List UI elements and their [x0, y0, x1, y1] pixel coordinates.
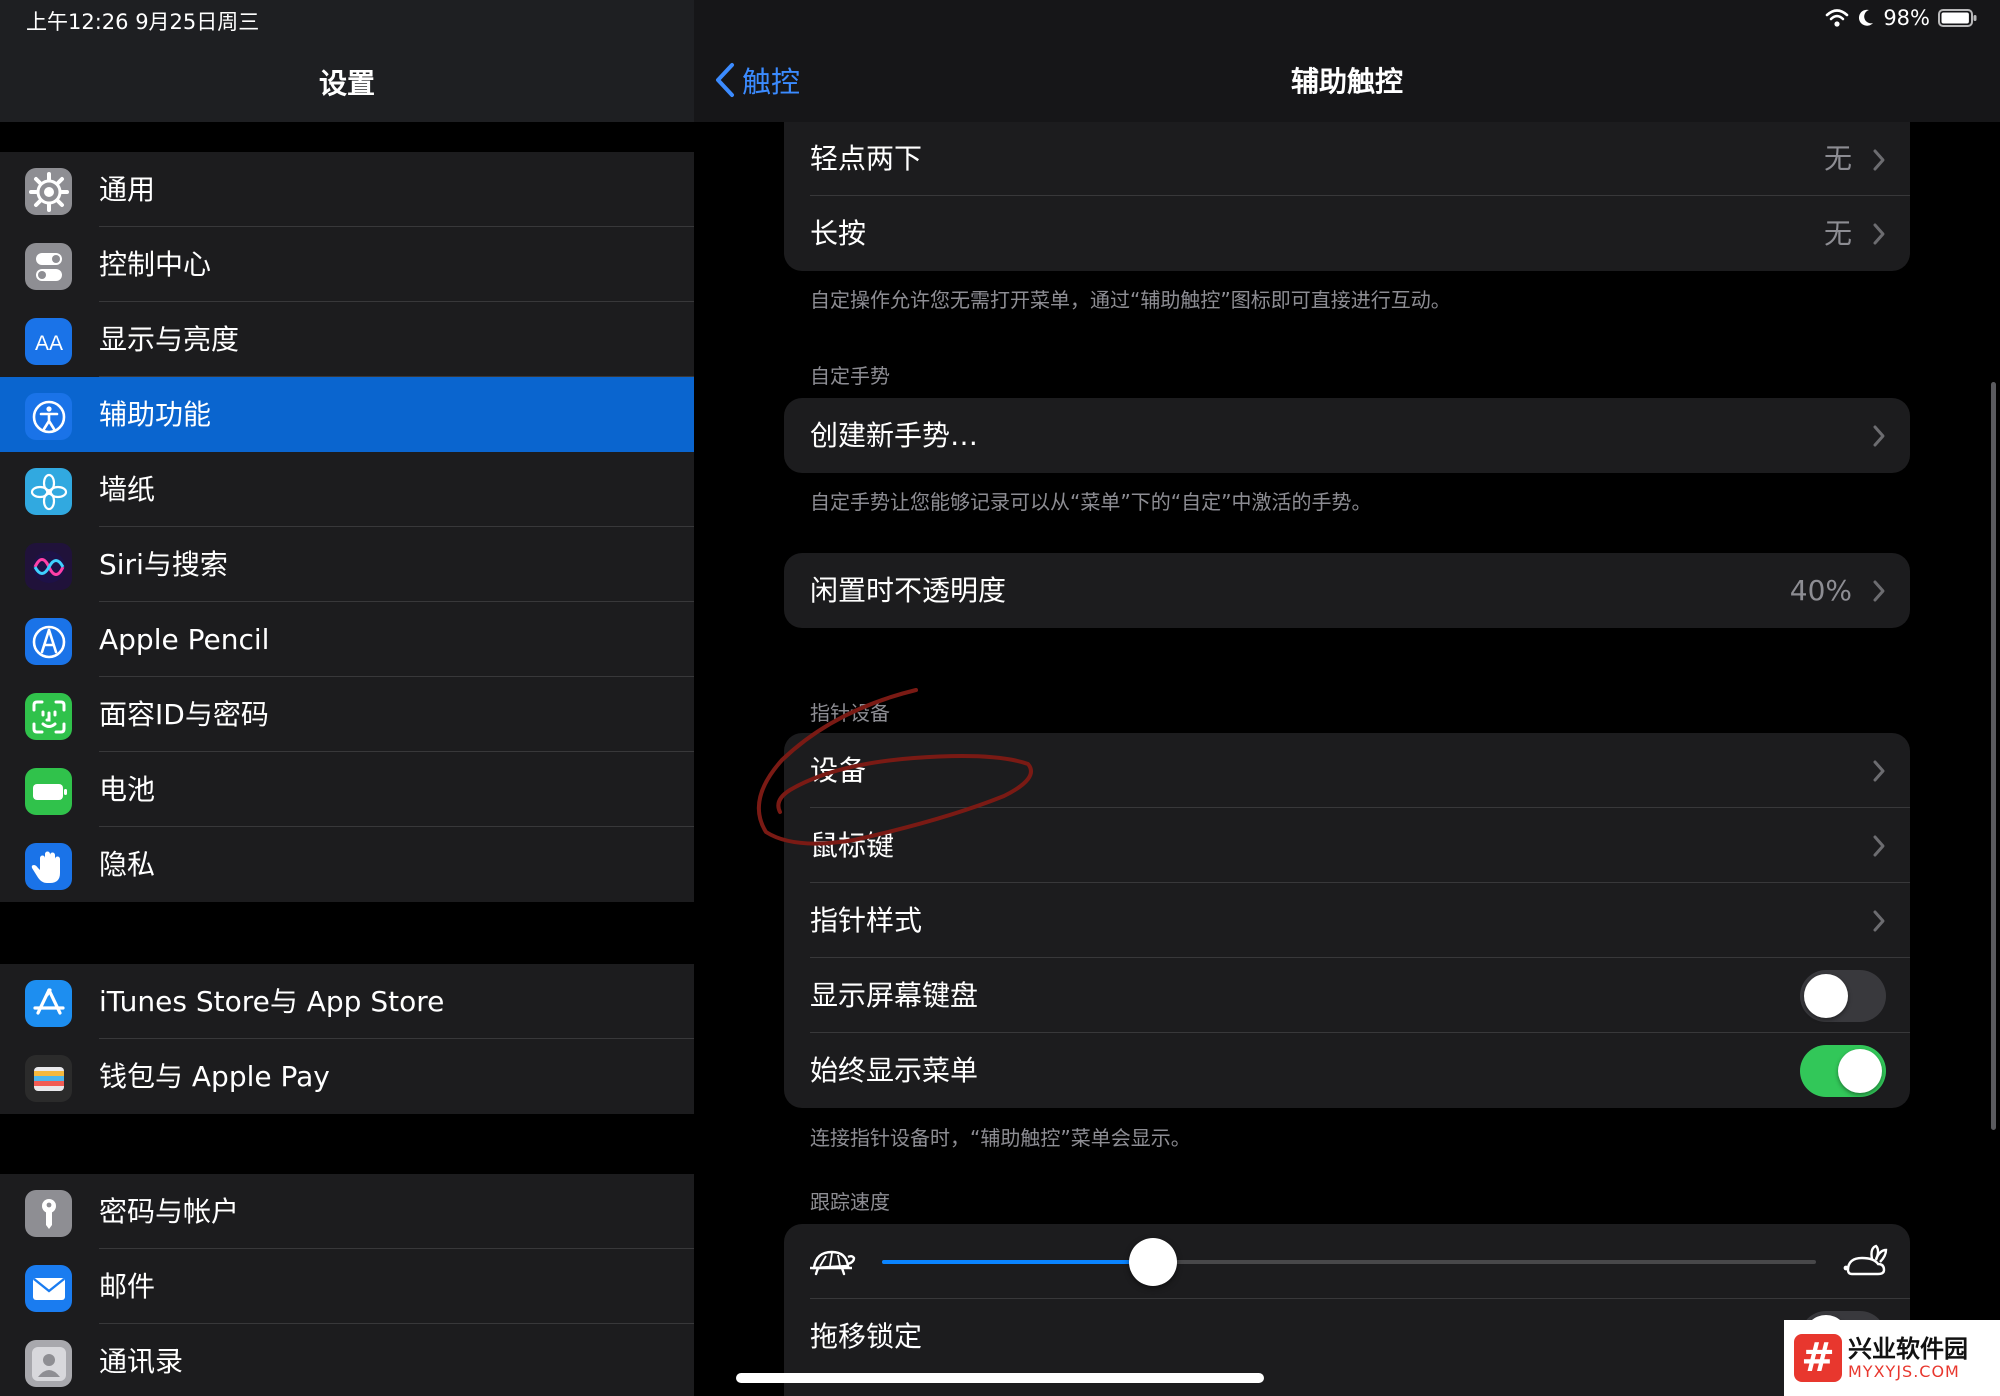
- sidebar-title: 设置: [318, 67, 375, 100]
- settings-sidebar: 上午12:26 9月25日周三 设置 通用控制中心 AA 显示与亮度辅助功能墙纸 Si…: [0, 0, 694, 1396]
- sidebar-item-siri[interactable]: Siri与搜索: [0, 527, 694, 602]
- contacts-icon: [25, 1340, 72, 1387]
- sidebar-item-accessibility[interactable]: 辅助功能: [0, 377, 694, 452]
- text-size-icon: AA: [25, 318, 72, 365]
- sidebar-item-label: 密码与帐户: [99, 1195, 240, 1228]
- sidebar-item-pencil[interactable]: Apple Pencil: [0, 602, 694, 677]
- flower-icon: [25, 468, 72, 515]
- sidebar-item-label: 显示与亮度: [99, 323, 240, 356]
- mail-icon: [25, 1265, 72, 1312]
- sidebar-item-key[interactable]: 密码与帐户: [0, 1174, 694, 1249]
- sidebar-item-label: 辅助功能: [99, 398, 212, 431]
- sidebar-item-text-size[interactable]: AA 显示与亮度: [0, 302, 694, 377]
- settings-group-stores: iTunes Store与 App Store 钱包与 Apple Pay: [0, 964, 694, 1114]
- sidebar-item-label: 电池: [99, 773, 156, 806]
- watermark-name: 兴业软件园: [1848, 1335, 1968, 1363]
- sidebar-item-battery[interactable]: 电池: [0, 752, 694, 827]
- sidebar-item-label: 邮件: [99, 1270, 156, 1303]
- face-id-icon: [25, 693, 72, 740]
- key-icon: [25, 1190, 72, 1237]
- sidebar-item-wallet[interactable]: 钱包与 Apple Pay: [0, 1039, 694, 1114]
- status-time-date: 上午12:26 9月25日周三: [26, 10, 260, 34]
- accessibility-icon: [25, 393, 72, 440]
- sidebar-item-app-store[interactable]: iTunes Store与 App Store: [0, 964, 694, 1039]
- sidebar-item-label: 通讯录: [99, 1345, 184, 1378]
- sidebar-item-label: 墙纸: [99, 473, 156, 506]
- app-store-icon: [25, 980, 72, 1027]
- sidebar-item-label: 控制中心: [99, 248, 212, 281]
- sidebar-item-label: 面容ID与密码: [99, 698, 269, 731]
- sidebar-item-face-id[interactable]: 面容ID与密码: [0, 677, 694, 752]
- sidebar-header: 上午12:26 9月25日周三 设置: [0, 0, 694, 122]
- sidebar-item-label: Apple Pencil: [99, 623, 270, 656]
- wallet-icon: [25, 1055, 72, 1102]
- sidebar-item-contacts[interactable]: 通讯录: [0, 1324, 694, 1396]
- sidebar-item-gear[interactable]: 通用: [0, 152, 694, 227]
- watermark-logo: # 兴业软件园 MYXYJS.COM: [1784, 1320, 2000, 1396]
- sidebar-item-label: 钱包与 Apple Pay: [99, 1060, 330, 1093]
- sidebar-item-label: Siri与搜索: [99, 548, 228, 581]
- gear-icon: [25, 168, 72, 215]
- settings-group-system: 通用控制中心 AA 显示与亮度辅助功能墙纸 Siri与搜索 Apple Pencil 面容…: [0, 152, 694, 902]
- pencil-icon: [25, 618, 72, 665]
- watermark-logo-mark: #: [1794, 1334, 1842, 1382]
- switches-icon: [25, 243, 72, 290]
- svg-text:AA: AA: [34, 332, 62, 355]
- sidebar-item-label: 通用: [99, 173, 156, 206]
- watermark-url: MYXYJS.COM: [1848, 1362, 1960, 1381]
- annotation-circle: [756, 688, 1033, 846]
- assistive-touch-detail: 触控 辅助触控 98% 轻点两下 无 长按 无 自定操作允许您无需打开菜单，通过…: [694, 0, 2000, 1396]
- siri-icon: [25, 543, 72, 590]
- sidebar-item-label: 隐私: [99, 848, 156, 881]
- hand-icon: [25, 843, 72, 890]
- sidebar-item-hand[interactable]: 隐私: [0, 827, 694, 902]
- sidebar-item-label: iTunes Store与 App Store: [99, 985, 445, 1018]
- home-indicator[interactable]: [736, 1373, 1264, 1383]
- sidebar-item-switches[interactable]: 控制中心: [0, 227, 694, 302]
- sidebar-item-mail[interactable]: 邮件: [0, 1249, 694, 1324]
- battery-icon: [25, 768, 72, 815]
- settings-group-accounts: 密码与帐户邮件通讯录: [0, 1174, 694, 1396]
- sidebar-item-flower[interactable]: 墙纸: [0, 452, 694, 527]
